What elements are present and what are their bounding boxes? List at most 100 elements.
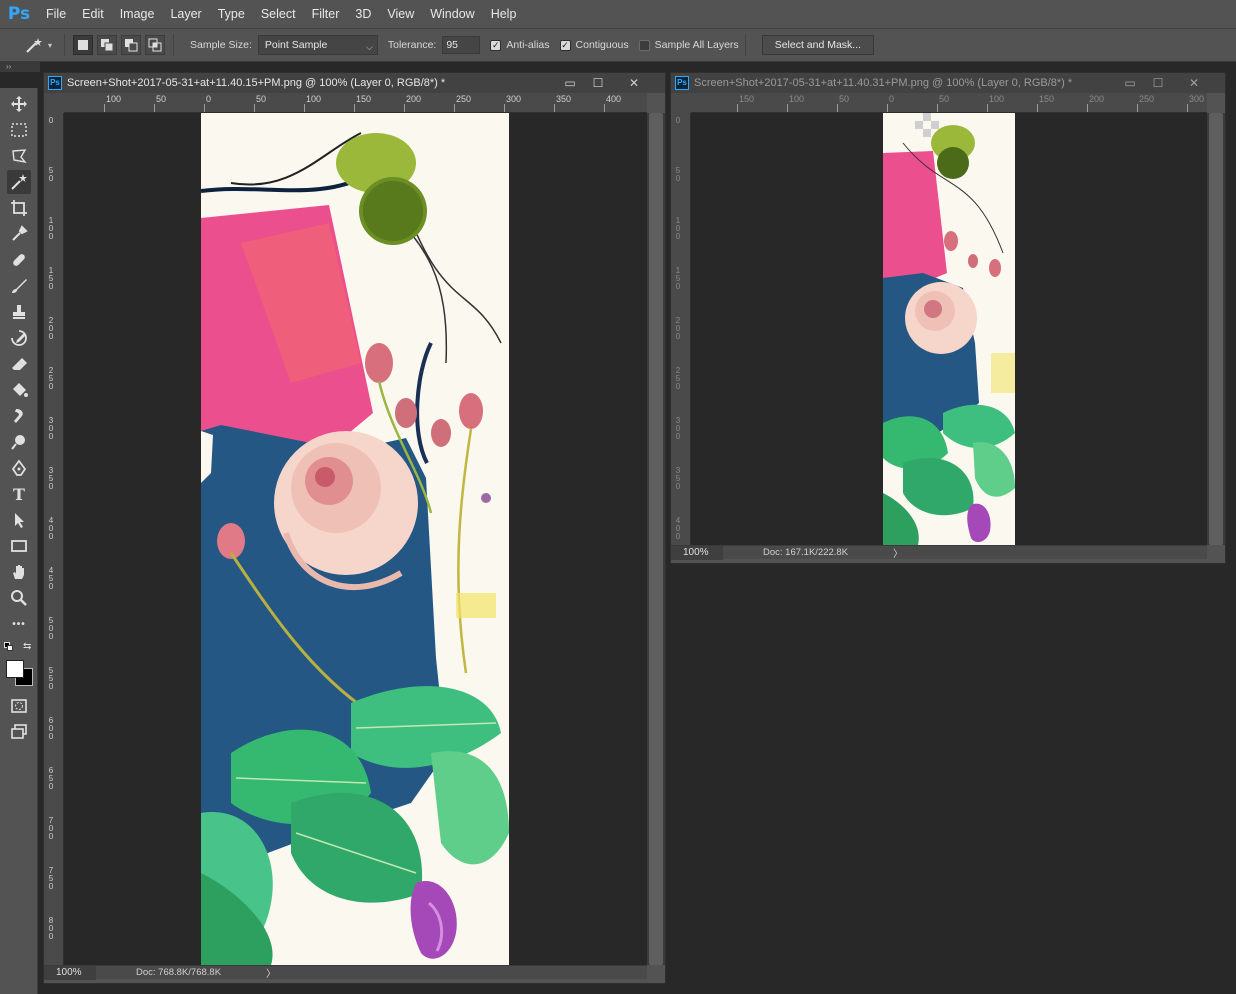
tolerance-label: Tolerance: (387, 39, 437, 51)
menu-edit[interactable]: Edit (74, 0, 112, 28)
ruler-origin[interactable] (671, 93, 691, 113)
intersect-selection-icon (148, 38, 162, 52)
add-to-selection-button[interactable] (97, 35, 117, 55)
tool-preset-picker[interactable]: ▾ (18, 32, 58, 58)
sample-size-select[interactable]: Point Sample ⌵ (257, 35, 378, 55)
ruler-tick-label: 300 (675, 416, 681, 441)
foreground-color-swatch[interactable] (6, 660, 24, 678)
document-window-1[interactable]: Ps Screen+Shot+2017-05-31+at+11.40.15+PM… (43, 72, 666, 984)
zoom-tool-icon[interactable] (7, 586, 31, 610)
ruler-tick-label: 800 (48, 916, 54, 941)
document-tab[interactable]: Ps Screen+Shot+2017-05-31+at+11.40.31+PM… (671, 73, 1225, 93)
intersect-selection-button[interactable] (145, 35, 165, 55)
menu-3d[interactable]: 3D (347, 0, 379, 28)
ruler-tick-label: 250 (1139, 94, 1155, 104)
crop-tool-icon[interactable] (7, 196, 31, 220)
magic-wand-icon (26, 38, 42, 53)
subtract-from-selection-button[interactable] (121, 35, 141, 55)
minimize-button[interactable]: ▭ (555, 73, 585, 93)
ruler-tick-label: 400 (606, 94, 622, 104)
smudge-tool-icon[interactable] (7, 404, 31, 428)
maximize-button[interactable]: ☐ (1143, 73, 1173, 93)
menu-layer[interactable]: Layer (162, 0, 209, 28)
status-menu-arrow[interactable]: 〉 (893, 545, 903, 560)
ruler-tick-label: 400 (48, 516, 54, 541)
marquee-tool-icon[interactable] (7, 118, 31, 142)
minimize-button[interactable]: ▭ (1115, 73, 1145, 93)
tolerance-input[interactable]: 95 (442, 36, 481, 54)
ruler-tick-label: 500 (48, 616, 54, 641)
ruler-tick (1137, 104, 1138, 112)
ruler-tick-label: 200 (1089, 94, 1105, 104)
document-window-2[interactable]: Ps Screen+Shot+2017-05-31+at+11.40.31+PM… (670, 72, 1226, 564)
ruler-tick-label: 700 (48, 816, 54, 841)
sample-all-layers-checkbox[interactable]: Sample All Layers (638, 39, 739, 51)
more-tools-icon[interactable]: ••• (7, 612, 31, 636)
hand-tool-icon[interactable] (7, 560, 31, 584)
menu-view[interactable]: View (379, 0, 422, 28)
dodge-tool-icon[interactable] (7, 430, 31, 454)
select-and-mask-button[interactable]: Select and Mask... (761, 35, 875, 55)
ruler-tick-label: 150 (675, 266, 681, 291)
vertical-ruler[interactable]: 0 50 100 150 200 250 300 350 400 (671, 113, 691, 545)
anti-alias-checkbox[interactable]: ✓ Anti-alias (490, 39, 550, 51)
contiguous-checkbox[interactable]: ✓ Contiguous (559, 39, 629, 51)
eyedropper-tool-icon[interactable] (7, 222, 31, 246)
zoom-field[interactable]: 100% (44, 965, 96, 980)
eraser-tool-icon[interactable] (7, 352, 31, 376)
pen-tool-icon[interactable] (7, 456, 31, 480)
clone-stamp-tool-icon[interactable] (7, 300, 31, 324)
menu-file[interactable]: File (38, 0, 74, 28)
screen-mode-icon[interactable] (7, 720, 31, 744)
menu-type[interactable]: Type (210, 0, 253, 28)
path-selection-tool-icon[interactable] (7, 508, 31, 532)
default-colors-icon[interactable] (4, 642, 14, 652)
history-brush-tool-icon[interactable] (7, 326, 31, 350)
scrollbar-thumb[interactable] (1209, 113, 1223, 545)
menu-select[interactable]: Select (253, 0, 304, 28)
ruler-tick (787, 104, 788, 112)
toolbar-collapse-handle[interactable]: ›› (0, 62, 40, 72)
ruler-tick-label: 750 (48, 866, 54, 891)
document-title: Screen+Shot+2017-05-31+at+11.40.15+PM.pn… (67, 77, 446, 89)
type-tool-icon[interactable]: T (7, 482, 31, 506)
move-tool-icon[interactable] (7, 92, 31, 116)
zoom-field[interactable]: 100% (671, 545, 723, 560)
menu-help[interactable]: Help (483, 0, 525, 28)
ruler-tick-label: 100 (306, 94, 322, 104)
maximize-button[interactable]: ☐ (583, 73, 613, 93)
ruler-tick (354, 104, 355, 112)
vertical-ruler[interactable]: 0 50 100 150 200 250 300 350 400 450 500 550 600 650 7… (44, 113, 64, 965)
vertical-scrollbar[interactable] (647, 113, 665, 965)
ruler-tick-label: 50 (839, 94, 850, 104)
brush-tool-icon[interactable] (7, 274, 31, 298)
healing-brush-tool-icon[interactable] (7, 248, 31, 272)
new-selection-button[interactable] (73, 35, 93, 55)
ruler-tick-label: 200 (48, 316, 54, 341)
chevron-down-icon: ▾ (47, 40, 52, 50)
swap-colors-icon[interactable]: ⇆ (23, 641, 31, 652)
menu-image[interactable]: Image (112, 0, 163, 28)
ruler-tick-label: 250 (48, 366, 54, 391)
ruler-tick (154, 104, 155, 112)
quick-mask-icon[interactable] (7, 694, 31, 718)
vertical-scrollbar[interactable] (1207, 113, 1225, 545)
horizontal-ruler[interactable]: 150 100 50 0 50 100 150 200 250 300 (691, 93, 1207, 113)
canvas-area[interactable] (64, 113, 647, 965)
scrollbar-thumb[interactable] (649, 113, 663, 965)
close-button[interactable]: ✕ (1179, 73, 1209, 93)
close-button[interactable]: ✕ (619, 73, 649, 93)
canvas-area[interactable] (691, 113, 1207, 545)
document-tab[interactable]: Ps Screen+Shot+2017-05-31+at+11.40.15+PM… (44, 73, 665, 93)
paint-bucket-tool-icon[interactable] (7, 378, 31, 402)
status-menu-arrow[interactable]: 〉 (266, 965, 276, 980)
ruler-tick (204, 104, 205, 112)
status-bar: 100% Doc: 167.1K/222.8K 〉 (671, 545, 1207, 560)
lasso-tool-icon[interactable] (7, 144, 31, 168)
menu-filter[interactable]: Filter (304, 0, 348, 28)
magic-wand-tool-icon[interactable] (7, 170, 31, 194)
rectangle-tool-icon[interactable] (7, 534, 31, 558)
horizontal-ruler[interactable]: 100 50 0 50 100 150 200 250 300 350 400 (64, 93, 647, 113)
menu-window[interactable]: Window (422, 0, 482, 28)
ruler-origin[interactable] (44, 93, 64, 113)
